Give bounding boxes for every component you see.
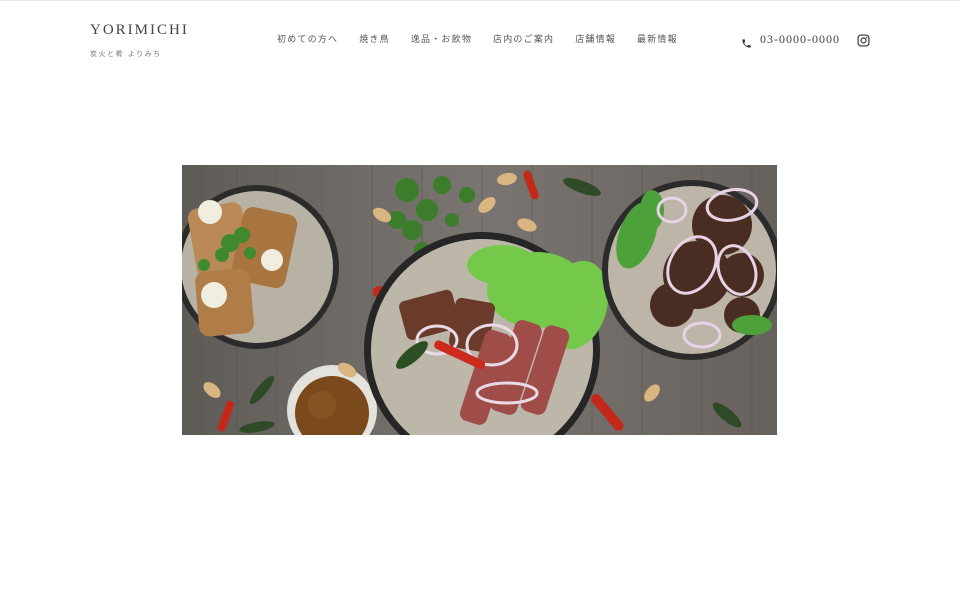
nav-item-news[interactable]: 最新情報 [637,32,678,45]
brand-logo[interactable]: YORIMICHI 炭火と肴 よりみち [90,22,189,59]
nav-item-interior[interactable]: 店内のご案内 [493,32,554,45]
contact-phone: 03-0000-0000 [741,32,840,48]
nav-item-yakitori[interactable]: 焼き鳥 [359,32,390,45]
brand-title: YORIMICHI [90,22,189,38]
phone-number[interactable]: 03-0000-0000 [760,32,840,47]
main-nav: 初めての方へ 焼き鳥 逸品・お飲物 店内のご案内 店舗情報 最新情報 [277,32,678,45]
nav-item-dishes-drinks[interactable]: 逸品・お飲物 [411,32,472,45]
phone-icon [741,34,752,48]
nav-item-store-info[interactable]: 店舗情報 [575,32,616,45]
hero-image [182,165,777,435]
instagram-icon[interactable] [857,32,870,47]
site-header: YORIMICHI 炭火と肴 よりみち 初めての方へ 焼き鳥 逸品・お飲物 店内… [0,0,960,80]
brand-subtitle: 炭火と肴 よりみち [90,50,162,58]
nav-item-first-visit[interactable]: 初めての方へ [277,32,338,45]
